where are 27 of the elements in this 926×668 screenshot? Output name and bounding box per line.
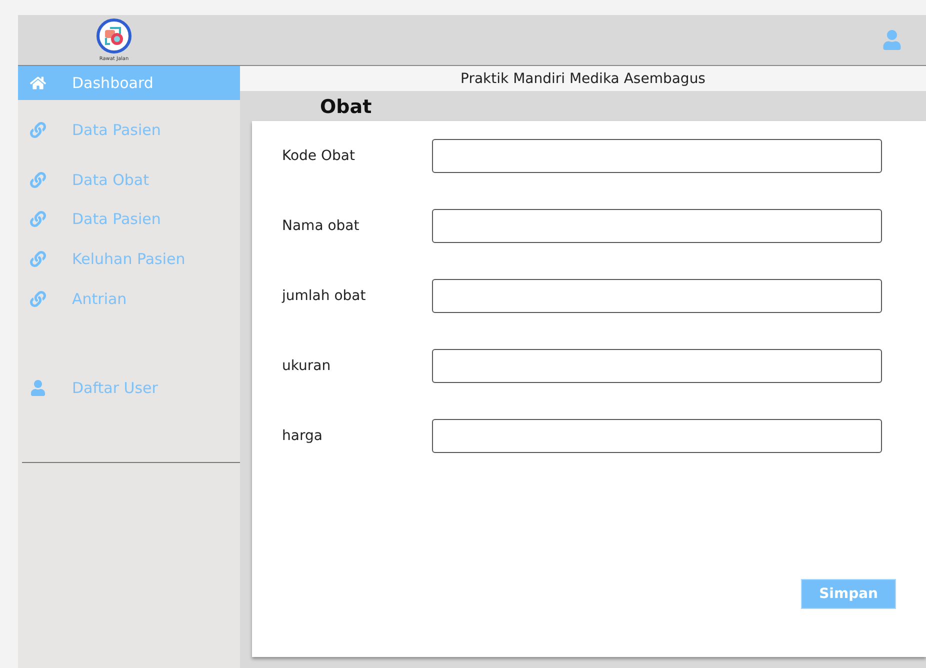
- link-icon: [30, 172, 46, 188]
- input-field[interactable]: [432, 349, 882, 383]
- field-label: harga: [282, 428, 324, 444]
- field-label: Kode Obat: [282, 148, 356, 164]
- home-icon: [30, 75, 46, 91]
- user-icon: [30, 380, 46, 396]
- link-icon: [30, 291, 46, 307]
- section-title: Obat: [319, 95, 373, 120]
- sidebar-item[interactable]: Daftar User: [18, 318, 240, 458]
- save-button[interactable]: Simpan: [801, 579, 896, 609]
- input-field[interactable]: [432, 139, 882, 173]
- sidebar-item[interactable]: Data Obat: [18, 160, 240, 200]
- sidebar-item[interactable]: Data Pasien: [18, 200, 240, 238]
- input-field[interactable]: [432, 209, 882, 243]
- link-icon: [30, 211, 46, 227]
- field-label: jumlah obat: [282, 288, 367, 304]
- field-label: Nama obat: [282, 218, 360, 234]
- input-field[interactable]: [432, 279, 882, 313]
- link-icon: [30, 122, 46, 138]
- link-icon: [30, 251, 46, 267]
- page-title: Praktik Mandiri Medika Asembagus: [240, 66, 926, 91]
- sidebar-item[interactable]: Data Pasien: [18, 100, 240, 160]
- input-field[interactable]: [432, 419, 882, 453]
- sidebar-item[interactable]: Dashboard: [18, 66, 240, 100]
- field-label: ukuran: [282, 358, 332, 374]
- sidebar-item[interactable]: Antrian: [18, 280, 240, 318]
- sidebar-item[interactable]: Keluhan Pasien: [18, 238, 240, 280]
